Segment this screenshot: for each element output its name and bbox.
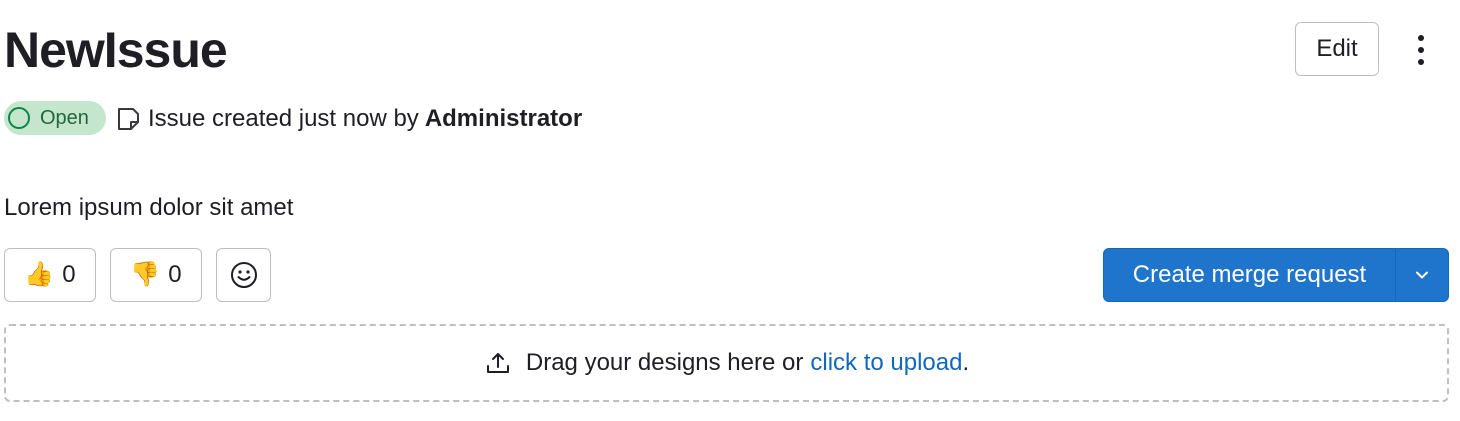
issue-meta: Issue created just now by Administrator: [114, 104, 582, 134]
thumbs-down-count: 0: [168, 261, 182, 288]
create-merge-request-button[interactable]: Create merge request: [1104, 249, 1396, 301]
upload-icon: [486, 353, 509, 373]
thumbs-down-button[interactable]: 👎 0: [110, 248, 202, 302]
thumbs-up-button[interactable]: 👍 0: [4, 248, 96, 302]
thumbs-down-icon: 👎: [130, 261, 161, 288]
meta-text: Issue created just now by: [148, 105, 419, 132]
more-actions-icon[interactable]: [1405, 28, 1437, 72]
thumbs-up-count: 0: [62, 261, 76, 288]
edit-button[interactable]: Edit: [1295, 22, 1379, 76]
create-merge-request-split-button: Create merge request: [1103, 248, 1449, 302]
issue-description: Lorem ipsum dolor sit amet: [4, 194, 294, 221]
status-badge-label: Open: [40, 106, 89, 129]
page-title: NewIssue: [4, 22, 228, 78]
add-reaction-button[interactable]: [216, 248, 271, 302]
dropzone-text: Drag your designs here or: [525, 349, 804, 376]
open-status-icon: [8, 107, 30, 129]
create-merge-request-dropdown[interactable]: [1396, 249, 1448, 301]
upload-link[interactable]: click to upload: [810, 349, 962, 377]
dropzone-suffix: .: [962, 349, 970, 376]
smiley-icon: [230, 262, 257, 288]
thumbs-up-icon: 👍: [24, 261, 55, 288]
status-badge: Open: [4, 101, 106, 135]
issue-type-icon: [118, 108, 139, 130]
author-link[interactable]: Administrator: [425, 105, 582, 133]
design-dropzone[interactable]: Drag your designs here or click to uploa…: [4, 324, 1449, 402]
chevron-down-icon: [1416, 271, 1428, 279]
